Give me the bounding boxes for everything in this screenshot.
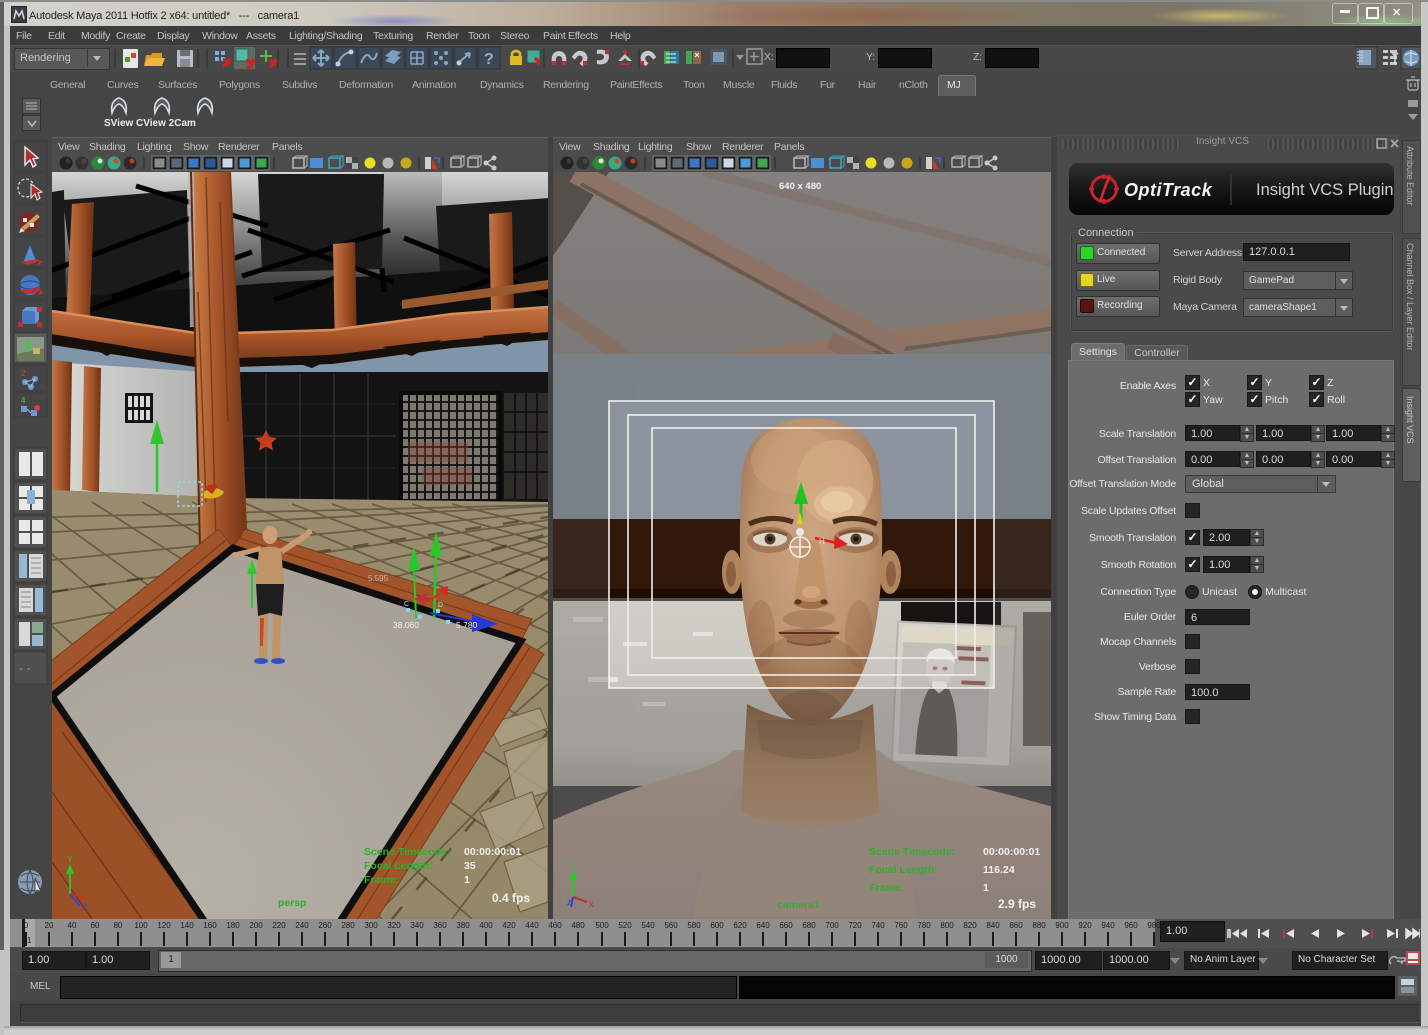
svg-text:60: 60: [91, 921, 100, 930]
svg-text:1: 1: [983, 882, 989, 894]
svg-text:00:00:00:01: 00:00:00:01: [464, 846, 521, 858]
svg-text:Insight VCS Plugin: Insight VCS Plugin: [1256, 181, 1394, 199]
svg-text:00:00:00:01: 00:00:00:01: [983, 846, 1040, 858]
svg-text:Scene Timecode:: Scene Timecode:: [364, 846, 450, 858]
svg-text:1: 1: [464, 874, 470, 886]
svg-text:persp: persp: [278, 897, 307, 909]
svg-text:Z: Z: [82, 902, 88, 912]
svg-text:380: 380: [456, 921, 470, 930]
svg-text:300: 300: [364, 921, 378, 930]
svg-text:260: 260: [318, 921, 332, 930]
svg-text:Focal Length:: Focal Length:: [869, 864, 938, 876]
svg-text:1: 1: [27, 936, 32, 945]
svg-text:160: 160: [203, 921, 217, 930]
svg-text:560: 560: [664, 921, 678, 930]
svg-text:240: 240: [295, 921, 309, 930]
svg-text:20: 20: [45, 921, 54, 930]
svg-text:860: 860: [1009, 921, 1023, 930]
svg-text:780: 780: [917, 921, 931, 930]
svg-text:280: 280: [341, 921, 355, 930]
svg-text:700: 700: [825, 921, 839, 930]
svg-text:2: 2: [21, 369, 26, 378]
svg-text:420: 420: [502, 921, 516, 930]
svg-text:H: H: [819, 537, 825, 546]
svg-text:80: 80: [114, 921, 123, 930]
svg-text:Frame:: Frame:: [869, 882, 904, 894]
svg-text:500: 500: [595, 921, 609, 930]
svg-text:320: 320: [387, 921, 401, 930]
svg-text:100: 100: [134, 921, 148, 930]
svg-text:800: 800: [940, 921, 954, 930]
svg-text:38.060: 38.060: [393, 620, 419, 630]
svg-text:40: 40: [68, 921, 77, 930]
svg-text:35: 35: [464, 860, 476, 872]
svg-text:900: 900: [1055, 921, 1069, 930]
svg-text:5.780: 5.780: [456, 620, 478, 630]
svg-text:760: 760: [894, 921, 908, 930]
svg-text:z: z: [567, 897, 572, 907]
svg-text:?: ?: [484, 51, 494, 68]
svg-text:Focal Length:: Focal Length:: [364, 860, 433, 872]
svg-text:460: 460: [548, 921, 562, 930]
svg-text:440: 440: [525, 921, 539, 930]
svg-text:640 x 480: 640 x 480: [779, 181, 821, 192]
svg-text:Scene Timecode:: Scene Timecode:: [869, 846, 955, 858]
svg-text:980: 980: [1147, 921, 1160, 930]
svg-text:D: D: [438, 602, 443, 609]
svg-text:740: 740: [871, 921, 885, 930]
svg-text:200: 200: [249, 921, 263, 930]
svg-text:660: 660: [779, 921, 793, 930]
svg-text:Y: Y: [570, 860, 576, 870]
svg-text:OptiTrack: OptiTrack: [1124, 180, 1213, 200]
svg-text:Frame:: Frame:: [364, 874, 399, 886]
svg-text:x: x: [589, 899, 594, 909]
svg-text:220: 220: [272, 921, 286, 930]
svg-text:0.4 fps: 0.4 fps: [492, 891, 530, 905]
svg-text:140: 140: [180, 921, 194, 930]
svg-text:480: 480: [571, 921, 585, 930]
svg-text:640: 640: [756, 921, 770, 930]
svg-text:180: 180: [226, 921, 240, 930]
svg-text:580: 580: [687, 921, 701, 930]
svg-text:Y: Y: [67, 854, 73, 864]
svg-text:2.9 fps: 2.9 fps: [998, 897, 1036, 911]
svg-text:520: 520: [618, 921, 632, 930]
svg-text:Y: Y: [248, 563, 254, 572]
svg-text:920: 920: [1078, 921, 1092, 930]
svg-text:620: 620: [733, 921, 747, 930]
svg-text:116.24: 116.24: [983, 864, 1015, 876]
svg-text:940: 940: [1101, 921, 1115, 930]
svg-text:400: 400: [479, 921, 493, 930]
svg-text:0: 0: [24, 921, 29, 930]
svg-text:340: 340: [410, 921, 424, 930]
svg-text:880: 880: [1032, 921, 1046, 930]
svg-text:4: 4: [21, 396, 26, 405]
svg-text:600: 600: [710, 921, 724, 930]
svg-text:960: 960: [1124, 921, 1138, 930]
svg-text:720: 720: [848, 921, 862, 930]
svg-text:C: C: [404, 601, 409, 608]
svg-text:840: 840: [986, 921, 1000, 930]
svg-text:120: 120: [157, 921, 171, 930]
svg-text:camera1: camera1: [777, 899, 820, 911]
svg-text:680: 680: [802, 921, 816, 930]
svg-text:5.595: 5.595: [368, 574, 389, 583]
svg-text:SView CView 2Cam: SView CView 2Cam: [104, 118, 196, 129]
svg-text:820: 820: [963, 921, 977, 930]
svg-text:- -: - -: [19, 661, 30, 675]
svg-text:540: 540: [641, 921, 655, 930]
svg-text:360: 360: [433, 921, 447, 930]
